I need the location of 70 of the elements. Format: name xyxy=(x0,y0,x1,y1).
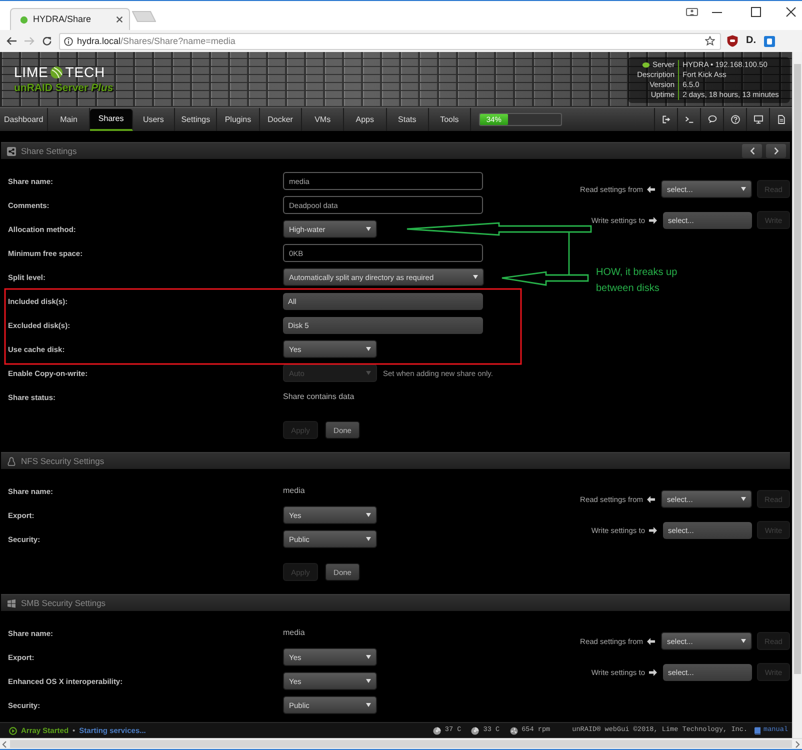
logo-text: LIME xyxy=(14,64,48,80)
logo-text: TECH xyxy=(65,64,105,80)
caret-icon xyxy=(366,655,371,659)
arrow-left-icon xyxy=(647,638,655,644)
scroll-left-icon[interactable] xyxy=(2,740,7,748)
chevron-right-icon xyxy=(774,147,778,155)
caret-icon xyxy=(366,537,371,541)
field-value: media xyxy=(283,628,305,638)
caret-icon xyxy=(366,227,371,231)
scrollbar-thumb[interactable] xyxy=(794,64,801,674)
horizontal-scrollbar[interactable] xyxy=(0,738,802,750)
arrow-right-icon xyxy=(649,668,657,676)
disk-icon xyxy=(432,726,441,734)
document-icon[interactable] xyxy=(776,115,786,124)
help-icon[interactable] xyxy=(730,115,740,124)
book-icon xyxy=(754,726,761,734)
field-value: Share contains data xyxy=(283,392,354,402)
sphere-icon xyxy=(642,62,650,68)
play-circle-icon xyxy=(9,726,17,734)
star-icon[interactable] xyxy=(705,36,715,46)
maximize-icon[interactable] xyxy=(751,7,761,17)
shield-icon[interactable] xyxy=(727,35,738,47)
caret-icon xyxy=(366,371,371,375)
chat-icon[interactable] xyxy=(708,115,716,124)
back-icon[interactable] xyxy=(6,36,17,46)
monitor-icon[interactable] xyxy=(754,115,762,124)
caret-icon xyxy=(741,497,746,501)
caret-icon xyxy=(366,679,371,683)
info-icon xyxy=(64,36,73,46)
annotation-text: HOW, it breaks up between disks xyxy=(596,266,678,296)
sphere-icon xyxy=(50,66,64,79)
app-tile-icon[interactable] xyxy=(764,36,775,46)
favicon-icon xyxy=(20,16,28,24)
vertical-scrollbar[interactable] xyxy=(792,52,802,738)
field-value: media xyxy=(283,486,305,496)
four-panes-icon xyxy=(7,598,16,608)
logout-icon[interactable] xyxy=(662,115,670,124)
caret-icon xyxy=(366,703,371,707)
previous-button[interactable] xyxy=(742,144,762,158)
arrow-left-icon xyxy=(647,186,655,192)
product-name: unRAID Server Plus xyxy=(14,82,114,95)
scroll-right-icon[interactable] xyxy=(795,740,800,748)
connector-line xyxy=(568,232,570,275)
nav-tab[interactable]: Shares xyxy=(90,109,133,131)
caret-icon xyxy=(473,275,478,279)
reload-icon[interactable] xyxy=(42,36,52,46)
browser-tab[interactable]: HYDRA/Share xyxy=(10,8,130,30)
chevron-left-icon xyxy=(750,147,754,155)
section-title: Share Settings xyxy=(21,146,77,156)
arrow-left-icon xyxy=(647,496,655,502)
close-icon[interactable] xyxy=(786,7,796,17)
arrow-right-icon xyxy=(649,216,657,224)
disk-icon xyxy=(471,726,480,734)
profile-icon[interactable] xyxy=(686,8,698,16)
caret-icon xyxy=(741,187,746,191)
share-icon xyxy=(7,146,16,156)
caret-icon xyxy=(366,513,371,517)
scrollbar-thumb[interactable] xyxy=(10,740,792,748)
fan-icon xyxy=(510,726,518,734)
section-title: SMB Security Settings xyxy=(21,598,106,608)
penguin-icon xyxy=(7,456,16,466)
extension-button[interactable]: D. xyxy=(746,36,756,46)
address-bar[interactable]: hydra.local/Shares/Share?name=media xyxy=(59,32,721,50)
next-button[interactable] xyxy=(766,144,786,158)
close-icon[interactable] xyxy=(116,16,123,23)
terminal-icon[interactable] xyxy=(684,115,694,124)
caret-icon xyxy=(366,347,371,351)
caret-icon xyxy=(741,639,746,643)
arrow-right-icon xyxy=(649,526,657,534)
section-title: NFS Security Settings xyxy=(21,456,104,466)
